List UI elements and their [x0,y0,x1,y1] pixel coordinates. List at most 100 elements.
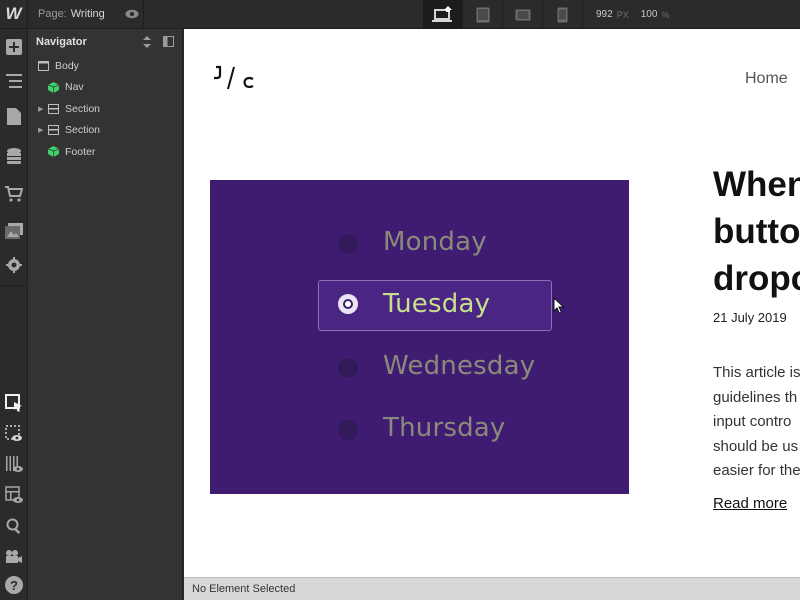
symbol-icon [46,146,60,158]
dock-panel-icon[interactable] [163,36,174,51]
svg-text:?: ? [10,578,18,593]
expand-collapse-icon[interactable] [143,36,151,51]
title-line: When [713,165,800,204]
title-line: butto [713,212,800,251]
article-title[interactable]: When butto dropc [713,161,800,302]
expand-arrow-icon[interactable]: ▶ [38,126,46,134]
search-icon [6,518,21,534]
tablet-icon [476,7,489,22]
layout-preview-icon [5,486,23,503]
radio-circle [338,234,358,254]
preview-eye-icon[interactable] [125,7,139,22]
selector-icon [5,394,22,412]
section-icon [46,124,60,136]
select-tool-button[interactable] [4,393,24,413]
tree-item-label: Section [65,124,101,137]
tree-item-body[interactable]: Body [28,55,182,77]
day-label-tuesday: Tuesday [383,289,491,319]
navigator-title: Navigator [36,36,87,48]
top-bar: W Page: Writing 992 PX 100 % [0,0,800,29]
navigator-panel-button[interactable] [4,71,24,91]
desktop-breakpoint-button[interactable] [423,0,463,29]
mobile-landscape-icon [515,9,530,20]
excerpt-line: guidelines th [713,388,798,406]
tree-item-label: Body [55,59,79,72]
day-label-wednesday: Wednesday [383,351,536,381]
tree-item-section[interactable]: ▶ Section [28,98,182,120]
symbol-icon [46,81,60,93]
webflow-logo[interactable]: W [0,0,28,29]
camera-icon [6,550,22,563]
tool-rail: ? [0,29,28,600]
radio-circle [338,358,358,378]
settings-panel-button[interactable] [4,255,24,275]
layout-overlay-button[interactable] [4,485,24,505]
assets-panel-button[interactable] [4,221,24,241]
mobile-portrait-icon [557,7,568,22]
mobile-landscape-breakpoint-button[interactable] [503,0,543,29]
radio-selected [338,294,358,314]
page-icon [7,107,21,125]
cart-icon [5,186,23,202]
navigator-panel: Navigator Body Nav ▶ Section ▶ Section F… [28,29,183,600]
video-tutorials-button[interactable] [4,546,24,566]
radio-circle [338,420,358,440]
cms-panel-button[interactable] [4,146,24,166]
navigator-header: Navigator [28,29,182,55]
section-icon [46,103,60,115]
design-canvas[interactable]: Home Monday Tuesday Wednesday Thursday W… [184,29,800,577]
preview-tool-button[interactable] [4,424,24,444]
breakpoint-switcher [423,0,583,29]
excerpt-line: should be us [713,437,799,455]
excerpt-line: easier for the [713,462,800,479]
article-image[interactable]: Monday Tuesday Wednesday Thursday [210,180,629,494]
ecommerce-panel-button[interactable] [4,184,24,204]
read-more-link[interactable]: Read more [713,495,787,512]
columns-icon [6,456,23,472]
webflow-designer: W Page: Writing 992 PX 100 % ? Navigator… [0,0,800,600]
title-line: dropc [713,259,800,298]
article-date: 21 July 2019 [713,310,787,325]
day-label-monday: Monday [383,227,487,257]
database-icon [7,147,21,164]
gear-icon [6,257,22,273]
status-bar: No Element Selected [184,577,800,600]
tree-item-label: Section [65,102,101,115]
tree-item-nav[interactable]: Nav [28,77,182,99]
site-logo[interactable] [211,63,261,93]
tree-item-footer[interactable]: Footer [28,141,182,163]
add-panel-button[interactable] [4,37,24,57]
desktop-icon [431,5,452,22]
nav-home-link[interactable]: Home [745,70,788,88]
tree-item-label: Footer [65,145,96,158]
grid-overlay-button[interactable] [4,454,24,474]
help-icon: ? [5,576,23,594]
canvas-width-unit: PX [616,9,629,20]
tablet-breakpoint-button[interactable] [463,0,503,29]
page-name: Writing [70,8,105,20]
excerpt-line: This article is [713,364,800,381]
search-button[interactable] [4,516,24,536]
canvas-width-value[interactable]: 992 [596,9,613,20]
tree-item-section[interactable]: ▶ Section [28,120,182,142]
mobile-portrait-breakpoint-button[interactable] [543,0,583,29]
tree-item-label: Nav [65,81,84,94]
day-label-thursday: Thursday [383,413,506,443]
status-text: No Element Selected [192,583,296,595]
layers-icon [6,74,22,88]
pages-panel-button[interactable] [4,106,24,126]
preview-selection-icon [5,425,22,441]
expand-arrow-icon[interactable]: ▶ [38,105,46,113]
excerpt-line: input contro [713,413,792,430]
page-selector[interactable]: Page: Writing [28,0,144,29]
images-icon [5,223,23,239]
page-label: Page: [38,8,67,20]
plus-icon [6,39,22,55]
mouse-cursor-icon [553,297,565,315]
zoom-value[interactable]: 100 [641,9,658,20]
zoom-unit: % [661,9,670,20]
canvas-size-readout: 992 PX 100 % [596,0,681,29]
article-excerpt: This article is guidelines th input cont… [713,361,800,484]
body-icon [36,60,50,72]
help-button[interactable]: ? [4,575,24,595]
